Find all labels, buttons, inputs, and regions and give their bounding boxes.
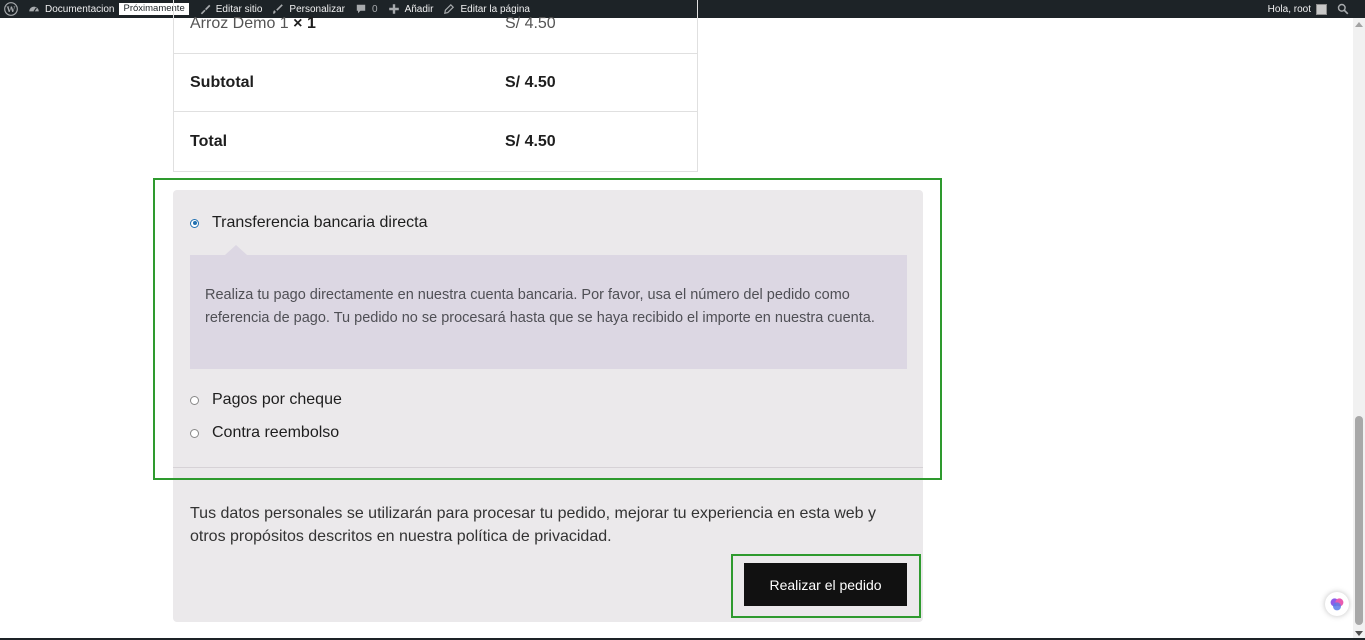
wordpress-menu[interactable]: W [0, 0, 23, 18]
product-total: S/ 4.50 [505, 15, 556, 32]
total-label: Total [190, 133, 228, 150]
product-cell: Arroz Demo 1 × 1 [190, 15, 316, 33]
search-icon [1337, 3, 1349, 15]
total-value: S/ 4.50 [505, 133, 556, 150]
scroll-down-icon[interactable] [1355, 631, 1363, 636]
greeting: Hola, root [1267, 3, 1311, 15]
payment-methods-highlight [153, 178, 942, 480]
subtotal-value: S/ 4.50 [505, 73, 556, 91]
search-button[interactable] [1332, 0, 1365, 18]
chat-widget-icon [1330, 598, 1344, 611]
subtotal-label: Subtotal [190, 73, 254, 91]
subtotal-row: Subtotal S/ 4.50 [174, 54, 697, 112]
product-name: Arroz Demo 1 [190, 15, 289, 32]
privacy-policy-text: Tus datos personales se utilizarán para … [190, 505, 877, 545]
order-review-table: Arroz Demo 1 × 1 S/ 4.50 Subtotal S/ 4.5… [173, 0, 698, 172]
wordpress-icon: W [4, 2, 18, 16]
product-quantity: × 1 [293, 15, 316, 32]
chat-widget-button[interactable] [1325, 592, 1349, 616]
site-name: Documentacion [45, 3, 115, 15]
dashboard-icon [29, 6, 39, 12]
total-row: Total S/ 4.50 [174, 113, 697, 171]
account-menu[interactable]: Hola, root [1263, 0, 1332, 18]
svg-text:W: W [6, 5, 16, 14]
site-name-menu[interactable]: Documentacion Próximamente [23, 0, 194, 18]
place-order-highlight [731, 554, 921, 618]
avatar [1316, 3, 1327, 15]
page-scrollbar[interactable] [1353, 18, 1365, 640]
scrollbar-thumb[interactable] [1355, 416, 1363, 625]
table-row: Arroz Demo 1 × 1 S/ 4.50 [174, 0, 697, 54]
scroll-up-icon[interactable] [1355, 22, 1363, 27]
